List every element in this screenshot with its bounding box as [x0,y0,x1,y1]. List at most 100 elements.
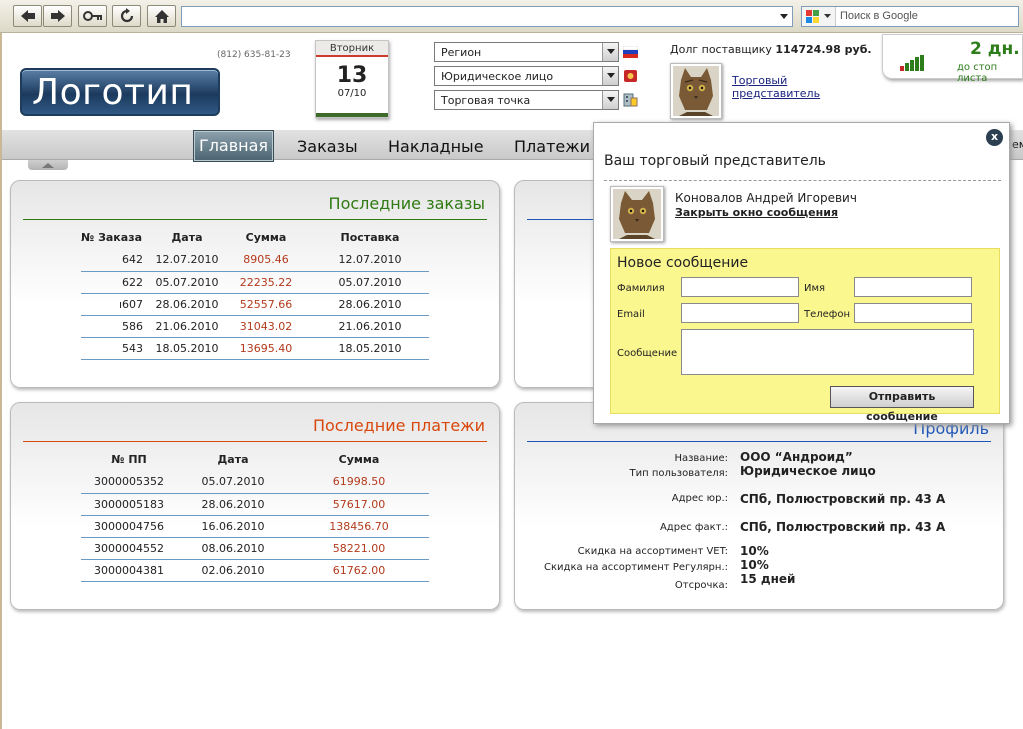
table-row[interactable]: 3000005352 05.07.2010 61998.50 [81,471,429,494]
popup-title: Ваш торговый представитель [604,153,826,169]
reload-button[interactable] [112,5,141,27]
legal-entity-select[interactable]: Юридическое лицо [434,66,619,86]
home-icon [154,9,169,23]
nav-item-orders[interactable]: Заказы [297,137,358,156]
calendar-month-year: 07/10 [337,88,367,99]
region-select-value: Регион [441,46,482,59]
profile-discount-regular: 10% [740,558,769,572]
chevron-down-icon[interactable] [779,11,789,21]
profile-discount-vet: 10% [740,544,769,558]
divider [604,180,1001,181]
title-underline [527,441,991,442]
chevron-down-icon[interactable] [602,91,618,109]
title-underline [23,219,487,220]
logo[interactable]: Логотип [20,68,220,116]
table-row[interactable]: 586 21.06.2010 31043.02 21.06.2010 [81,315,429,338]
table-row[interactable]: 3000004756 16.06.2010 138456.70 [81,515,429,538]
nav-item-payments[interactable]: Платежи [514,137,590,156]
nav-item-invoices[interactable]: Накладные [388,137,484,156]
table-row[interactable]: 3000004552 08.06.2010 58221.00 [81,537,429,560]
home-button[interactable] [147,5,176,27]
sales-rep-link[interactable]: Торговый представитель [732,74,820,100]
stop-list-counter: 2 дн. до стоп листа [882,34,1023,84]
orders-table: № Заказа Дата Сумма Поставка 642 12.07.20… [81,225,429,360]
search-placeholder: Поиск в Google [840,10,918,22]
outlet-select-value: Торговая точка [441,94,531,107]
message-field[interactable] [681,329,974,375]
column-header: № Заказа [81,230,143,244]
google-icon [806,10,831,23]
cat-photo-icon [613,189,661,239]
close-message-link[interactable]: Закрыть окно сообщения [675,206,838,219]
key-icon [82,11,102,21]
table-row[interactable]: 3000004381 02.06.2010 61762.00 [81,559,429,582]
close-icon[interactable]: x [986,129,1003,146]
calendar-base [316,113,388,117]
sales-rep-avatar[interactable] [670,63,722,119]
region-select[interactable]: Регион [434,42,619,62]
stop-list-days: 2 дн. [970,39,1020,59]
column-header: Дата [217,452,249,466]
title-underline [527,219,593,220]
send-message-button[interactable]: Отправить сообщение [830,386,974,423]
column-header: Поставка [340,230,400,244]
forward-arrow-icon [50,10,65,22]
key-button[interactable] [78,5,107,27]
sales-rep-photo [610,186,664,242]
column-header: Сумма [338,452,380,466]
phone-label: Телефон [804,309,851,320]
chevron-down-icon[interactable] [602,43,618,61]
recent-orders-title: Последние заказы [328,194,485,213]
nav-item-cut[interactable]: ем [1012,138,1023,151]
column-header: Сумма [245,230,287,244]
profile-legal-address: СПб, Полюстровский пр. 43 А [740,492,946,506]
table-row[interactable]: 543 18.05.2010 13695.40 18.05.2010 [81,337,429,360]
form-heading: Новое сообщение [617,255,749,271]
signal-bars-icon [900,55,924,71]
back-button[interactable] [13,5,42,27]
email-field[interactable] [681,303,799,323]
recent-payments-title: Последние платежи [312,416,485,435]
recent-payments-panel: Последние платежи № ПП Дата Сумма 300000… [10,402,500,610]
table-row[interactable]: 3000005183 28.06.2010 57617.00 [81,493,429,516]
profile-name: ООО “Андроид” [740,450,853,464]
column-header: Дата [171,230,203,244]
outlet-select[interactable]: Торговая точка [434,90,619,110]
search-box[interactable]: Поиск в Google [801,6,1019,27]
nav-toggle-tab[interactable] [28,160,68,170]
surname-label: Фамилия [617,283,665,294]
name-label: Имя [804,283,826,294]
surname-field[interactable] [681,277,799,297]
browser-toolbar: Поиск в Google [0,0,1023,33]
table-row[interactable]: 622 05.07.2010 22235.22 05.07.2010 [81,271,429,294]
supplier-debt-value: 114724.98 руб. [775,43,872,56]
cat-photo-icon [673,66,719,116]
table-row[interactable]: ı607 28.06.2010 52557.66 28.06.2010 [81,293,429,316]
profile-panel: Профиль Название: ООО “Андроид” Тип поль… [514,402,1004,610]
column-header: № ПП [111,452,147,466]
title-underline [23,441,487,442]
back-arrow-icon [20,10,35,22]
calendar-day: 13 [336,63,368,88]
profile-user-type: Юридическое лицо [740,464,876,478]
phone-field[interactable] [854,303,972,323]
search-engine-selector[interactable] [802,7,836,26]
forward-button[interactable] [43,5,72,27]
message-label: Сообщение [617,348,678,359]
supplier-debt: Долг поставщику 114724.98 руб. [670,43,872,56]
recent-orders-panel: Последние заказы № Заказа Дата Сумма Пос… [10,180,500,388]
new-message-form: Новое сообщение Фамилия Имя Email Телефо… [610,248,1000,423]
name-field[interactable] [854,277,972,297]
profile-actual-address: СПб, Полюстровский пр. 43 А [740,520,946,534]
nav-item-home[interactable]: Главная [193,130,274,162]
sales-rep-popup: x Ваш торговый представитель Коновалов А… [593,122,1010,424]
email-label: Email [617,309,645,320]
address-bar[interactable] [181,6,793,27]
table-row[interactable]: 642 12.07.2010 8905.46 12.07.2010 [81,249,429,272]
shop-icon [623,93,638,107]
stop-list-label: до стоп листа [957,62,998,84]
calendar-widget: Вторник 13 07/10 [315,40,389,118]
reload-icon [120,8,133,23]
chevron-down-icon[interactable] [602,67,618,85]
legal-entity-select-value: Юридическое лицо [441,70,554,83]
